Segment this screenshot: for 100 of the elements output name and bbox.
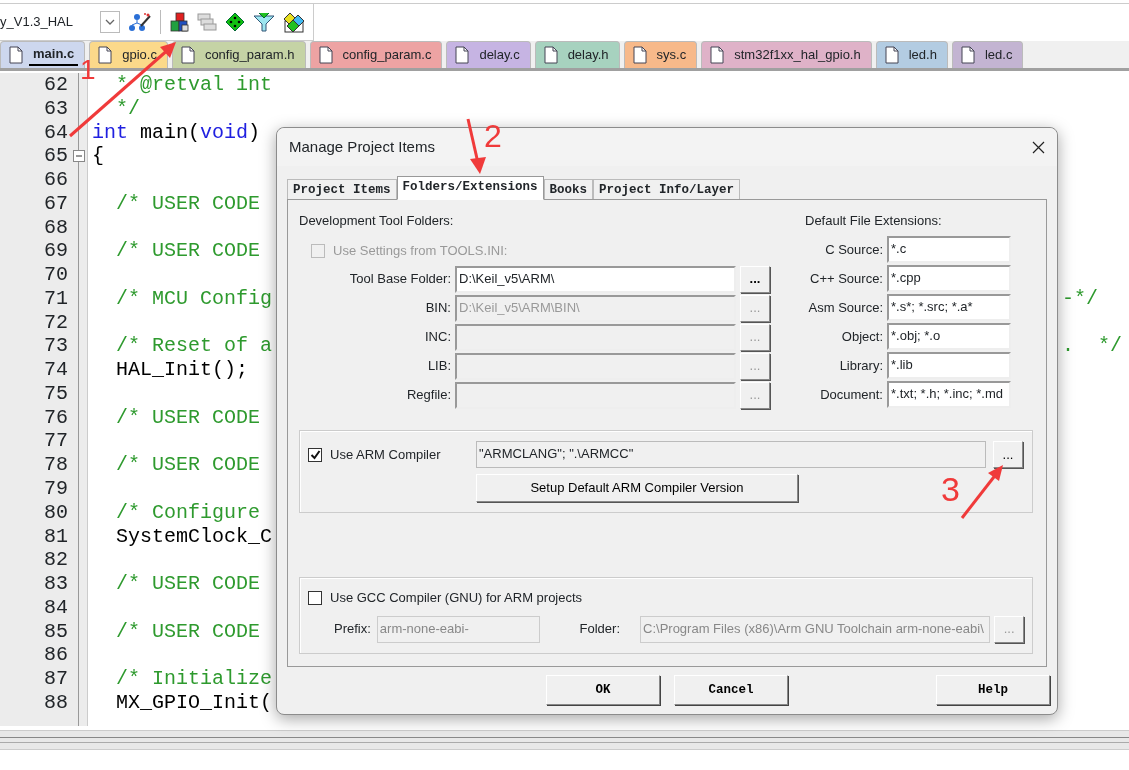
checkbox[interactable] [308,590,322,605]
line-number: 80 [43,500,69,525]
code-fragment: . */ [1062,334,1122,359]
section-heading: Default File Extensions: [805,213,943,229]
code-line: /* USER CODE [115,239,261,263]
line-number: 84 [43,595,69,620]
checkbox[interactable] [308,447,322,462]
line-number: 65 [43,144,69,169]
input-field[interactable]: "ARMCLANG"; ".\ARMCC" [476,441,986,468]
file-icon [710,46,725,64]
annotation-arrow [960,465,1003,519]
code-line: /* USER CODE [115,191,261,215]
file-tab[interactable]: stm32f1xx_hal_gpio.h [701,41,872,68]
section-heading: Development Tool Folders: [299,213,455,229]
code-line: /* USER CODE [115,405,261,429]
check-icon [309,449,321,460]
file-icon [632,46,647,64]
field-label: Document: [819,385,884,404]
line-number: 88 [43,690,69,715]
colored-blocks-icon[interactable] [169,12,189,32]
line-number: 85 [43,619,69,644]
field-label: C Source: [824,240,884,259]
checkbox-label: Use GCC Compiler (GNU) for ARM projects [330,589,583,607]
code-line: SystemClock_C [115,524,273,548]
dialog-tab[interactable]: Folders/Extensions [396,176,544,200]
dialog-button[interactable]: Help [936,675,1050,705]
input-field[interactable]: D:\Keil_v5\ARM\ [455,265,736,293]
code-line: /* Reset of a [115,334,273,358]
code-line: /* Configure [115,500,261,524]
code-line: /* Initialize [115,667,273,691]
magic-wand-icon[interactable] [128,12,152,32]
file-tab[interactable]: led.h [875,41,948,68]
code-line: /* USER CODE [115,619,261,643]
line-number: 82 [43,548,69,573]
annotation-arrow [466,118,486,174]
field-label: BIN: [424,299,452,318]
file-icon [884,46,899,64]
annotation-number: 3 [941,470,960,508]
field-label: Library: [838,356,884,375]
close-icon[interactable] [1032,140,1045,154]
field-label: C++ Source: [809,269,884,288]
line-number: 71 [43,286,69,311]
line-number: 79 [43,477,69,501]
collapse-icon[interactable] [72,150,85,163]
file-tab[interactable]: sys.c [623,41,698,68]
file-tab[interactable]: config_param.c [309,41,443,68]
file-icon [9,46,23,64]
code-line: HAL_Init(); [115,358,249,382]
line-number: 75 [43,381,69,406]
line-number: 72 [43,310,69,335]
file-tab[interactable]: delay.c [446,41,531,68]
code-line: */ [115,96,140,120]
input-field[interactable]: *.c [887,236,1011,263]
file-tab[interactable]: gpio.c [89,41,168,68]
input-field[interactable]: *.cpp [887,265,1011,292]
colored-diamonds-icon[interactable] [283,11,305,33]
dialog-button[interactable]: Cancel [674,675,788,705]
field-label: Asm Source: [807,298,884,317]
line-number: 86 [43,643,69,668]
project-select[interactable]: y_V1.3_HAL [0,11,120,33]
scroll-bar[interactable] [0,730,1129,750]
line-number: 67 [43,191,69,216]
line-number: 62 [43,73,69,97]
dialog-tab[interactable]: Project Items [287,179,397,199]
dialog-tab[interactable]: Books [543,179,594,199]
input-field[interactable]: *.obj; *.o [887,323,1011,350]
field-label: INC: [424,328,452,347]
checkbox-label: Use Settings from TOOLS.INI: [333,242,508,260]
line-number: 63 [43,96,69,121]
line-number: 66 [43,168,69,192]
line-number: 77 [43,429,69,454]
file-icon [960,46,975,64]
field-label: Prefix: [334,620,371,639]
file-icon [98,46,113,64]
file-tab[interactable]: config_param.h [171,41,306,68]
code-line: /* USER CODE [115,572,261,596]
code-line: { [92,144,104,168]
file-icon [455,46,470,64]
browse-button[interactable]: ... [993,441,1023,468]
code-line: MX_GPIO_Init( [115,690,273,714]
code-line: /* USER CODE [115,453,261,477]
file-tab[interactable]: delay.h [534,41,620,68]
input-field[interactable]: *.s*; *.src; *.a* [887,294,1011,321]
browse-button[interactable]: ... [740,265,770,293]
line-number: 78 [43,453,69,477]
file-tab[interactable]: led.c [951,41,1024,68]
setup-button[interactable]: Setup Default ARM Compiler Version [476,474,798,502]
line-number: 81 [43,524,69,549]
line-number: 74 [43,358,69,382]
funnel-icon[interactable] [253,12,275,32]
file-icon [543,46,558,64]
dialog-tab[interactable]: Project Info/Layer [593,179,741,199]
code-line: int main(void) [92,120,261,144]
field-label: Tool Base Folder: [348,270,452,289]
input-field[interactable]: *.lib [887,352,1011,379]
file-icon [318,46,333,64]
input-field[interactable]: *.txt; *.h; *.inc; *.md [887,381,1011,408]
code-line: * @retval int [115,73,273,96]
diamond-icon[interactable] [225,12,245,32]
dialog-button[interactable]: OK [546,675,660,705]
